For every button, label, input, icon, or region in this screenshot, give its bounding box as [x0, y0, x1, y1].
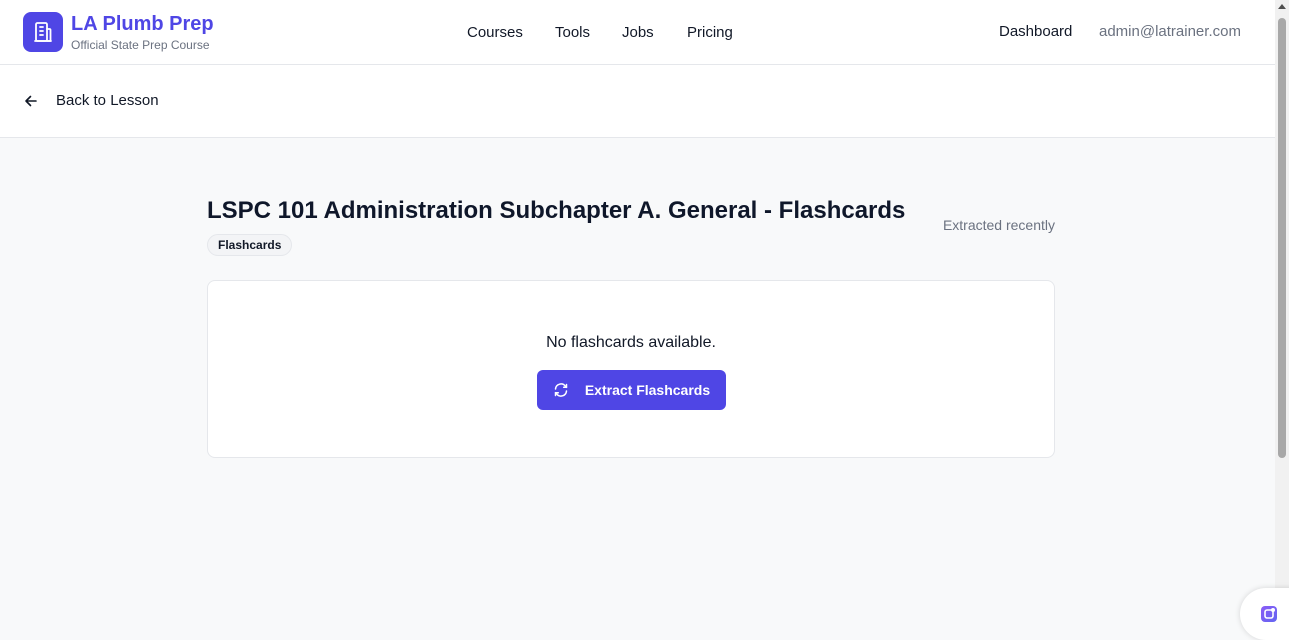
assistant-widget[interactable] [1240, 588, 1289, 640]
back-label: Back to Lesson [56, 92, 159, 109]
logo[interactable] [23, 12, 63, 52]
scrollbar-thumb[interactable] [1278, 18, 1286, 458]
nav-tools[interactable]: Tools [555, 24, 590, 42]
refresh-icon [554, 383, 568, 397]
scroll-up-arrow-icon[interactable] [1278, 4, 1286, 9]
extract-button-label: Extract Flashcards [584, 382, 711, 398]
brand-subtitle: Official State Prep Course [71, 38, 210, 52]
flashcards-tag: Flashcards [207, 234, 293, 256]
nav-jobs[interactable]: Jobs [622, 24, 654, 42]
nav-courses[interactable]: Courses [467, 24, 523, 42]
back-to-lesson-link[interactable]: Back to Lesson [23, 92, 159, 110]
nav-pricing[interactable]: Pricing [687, 24, 733, 42]
vertical-scrollbar[interactable] [1275, 0, 1289, 640]
assistant-icon [1261, 606, 1277, 622]
brand-title[interactable]: LA Plumb Prep [71, 12, 214, 36]
extract-flashcards-button[interactable]: Extract Flashcards [537, 370, 726, 410]
user-email[interactable]: admin@latrainer.com [1099, 23, 1241, 41]
top-header: LA Plumb Prep Official State Prep Course… [0, 0, 1275, 65]
sub-toolbar: Back to Lesson [0, 65, 1275, 138]
extraction-status: Extracted recently [942, 217, 1055, 233]
building-icon [34, 22, 52, 42]
page-title: LSPC 101 Administration Subchapter A. Ge… [207, 197, 906, 224]
empty-state-message: No flashcards available. [546, 334, 716, 351]
dashboard-link[interactable]: Dashboard [999, 23, 1072, 41]
arrow-left-icon [25, 95, 37, 107]
flashcards-panel: No flashcards available. Extract Flashca… [207, 280, 1055, 458]
